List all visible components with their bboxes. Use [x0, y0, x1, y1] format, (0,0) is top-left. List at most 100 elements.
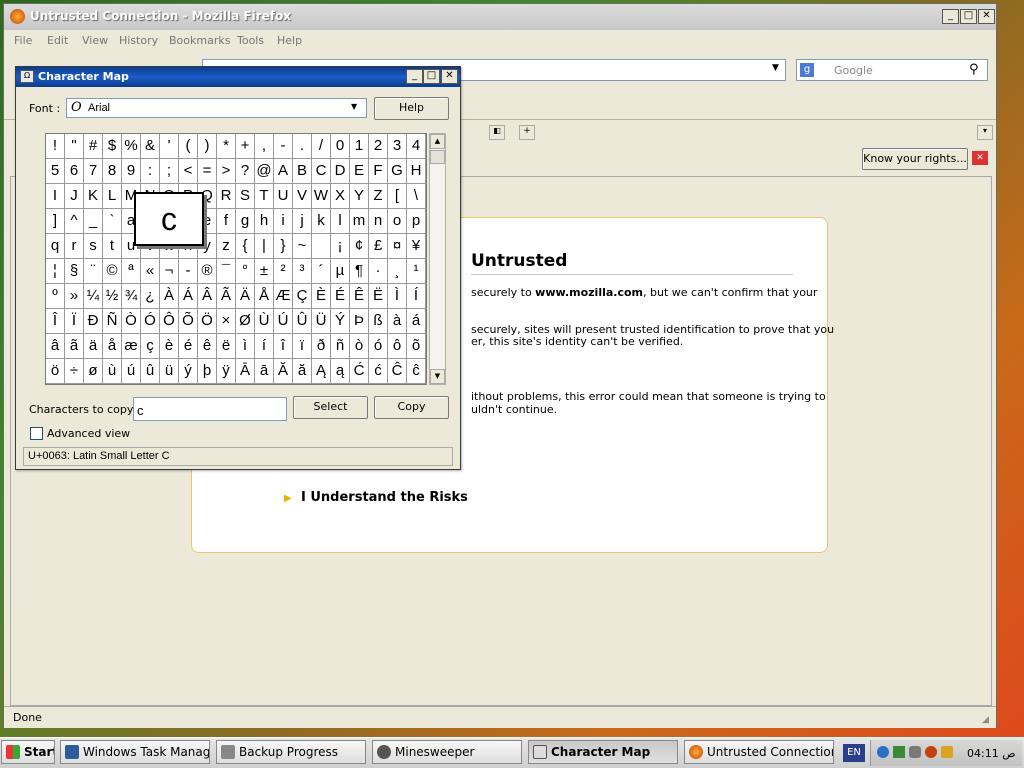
char-cell[interactable]: Å — [255, 284, 274, 309]
char-cell[interactable]: à — [388, 309, 407, 334]
char-cell[interactable]: B — [293, 159, 312, 184]
char-cell[interactable]: # — [84, 134, 103, 159]
help-button[interactable]: Help — [374, 97, 449, 120]
char-cell[interactable]: { — [236, 234, 255, 259]
char-cell[interactable]: A — [274, 159, 293, 184]
char-cell[interactable]: ¶ — [350, 259, 369, 284]
menu-bookmarks[interactable]: Bookmarks — [169, 34, 230, 47]
task-untrusted-connection[interactable]: Untrusted Connection -... — [684, 740, 834, 764]
char-cell[interactable]: = — [198, 159, 217, 184]
char-cell[interactable]: Ã — [217, 284, 236, 309]
char-cell[interactable]: Ĉ — [388, 359, 407, 384]
search-input[interactable]: Google — [834, 64, 873, 77]
char-cell[interactable]: C — [312, 159, 331, 184]
maximize-button[interactable]: □ — [960, 9, 977, 24]
char-cell[interactable]: ° — [236, 259, 255, 284]
char-cell[interactable]: ð — [312, 334, 331, 359]
char-cell[interactable]: | — [255, 234, 274, 259]
task-windows-task-manager[interactable]: Windows Task Manager — [60, 740, 210, 764]
char-cell[interactable]: ô — [388, 334, 407, 359]
char-cell[interactable]: Ü — [312, 309, 331, 334]
menu-help[interactable]: Help — [277, 34, 302, 47]
char-cell[interactable]: - — [274, 134, 293, 159]
char-cell[interactable]: R — [217, 184, 236, 209]
char-cell[interactable]: \ — [407, 184, 426, 209]
char-cell[interactable]: ä — [84, 334, 103, 359]
char-cell[interactable]: ö — [46, 359, 65, 384]
char-cell[interactable]: ¸ — [388, 259, 407, 284]
char-cell[interactable]: ß — [369, 309, 388, 334]
char-cell[interactable]: D — [331, 159, 350, 184]
char-cell[interactable]: Ö — [198, 309, 217, 334]
char-cell[interactable]: f — [217, 209, 236, 234]
char-cell[interactable]: Ì — [388, 284, 407, 309]
scroll-thumb[interactable] — [430, 150, 445, 164]
char-cell[interactable]: é — [179, 334, 198, 359]
know-your-rights-button[interactable]: Know your rights... — [862, 148, 968, 170]
char-cell[interactable]: ĉ — [407, 359, 426, 384]
char-cell[interactable]: ¥ — [407, 234, 426, 259]
understand-risks-link[interactable]: I Understand the Risks — [301, 490, 468, 505]
char-cell[interactable]: j — [293, 209, 312, 234]
char-cell[interactable]: ³ — [293, 259, 312, 284]
char-cell[interactable]: È — [312, 284, 331, 309]
char-cell[interactable]: É — [331, 284, 350, 309]
char-cell[interactable]: ¡ — [331, 234, 350, 259]
char-cell[interactable]: ù — [103, 359, 122, 384]
char-cell[interactable]: £ — [369, 234, 388, 259]
char-cell[interactable]: 6 — [65, 159, 84, 184]
char-cell[interactable]: ü — [160, 359, 179, 384]
char-cell[interactable]: W — [312, 184, 331, 209]
char-cell[interactable]: ½ — [103, 284, 122, 309]
char-cell[interactable]: þ — [198, 359, 217, 384]
menu-view[interactable]: View — [82, 34, 108, 47]
char-cell[interactable]: Ă — [274, 359, 293, 384]
char-cell[interactable]: Ù — [255, 309, 274, 334]
char-cell[interactable]: · — [369, 259, 388, 284]
char-cell[interactable]: º — [46, 284, 65, 309]
char-cell[interactable]: V — [293, 184, 312, 209]
char-cell[interactable]: Ą — [312, 359, 331, 384]
menu-edit[interactable]: Edit — [47, 34, 68, 47]
char-cell[interactable]: Þ — [350, 309, 369, 334]
char-cell[interactable]: Ð — [84, 309, 103, 334]
char-cell[interactable]: , — [255, 134, 274, 159]
char-cell[interactable]: æ — [122, 334, 141, 359]
char-cell[interactable]: Õ — [179, 309, 198, 334]
char-cell[interactable]: Ú — [274, 309, 293, 334]
char-cell[interactable]: ê — [198, 334, 217, 359]
char-cell[interactable]: Â — [198, 284, 217, 309]
char-cell[interactable]: Ä — [236, 284, 255, 309]
char-cell[interactable]: ! — [46, 134, 65, 159]
close-button[interactable]: ✕ — [978, 9, 995, 24]
scroll-up-icon[interactable]: ▲ — [430, 134, 445, 149]
char-cell[interactable]: á — [407, 309, 426, 334]
menu-tools[interactable]: Tools — [237, 34, 264, 47]
char-cell[interactable]: Z — [369, 184, 388, 209]
char-cell[interactable]: T — [255, 184, 274, 209]
char-cell[interactable]: × — [217, 309, 236, 334]
char-cell[interactable]: ¼ — [84, 284, 103, 309]
char-cell[interactable]: À — [160, 284, 179, 309]
char-cell[interactable]: 4 — [407, 134, 426, 159]
char-cell[interactable]: % — [122, 134, 141, 159]
char-cell[interactable]: ò — [350, 334, 369, 359]
char-cell[interactable]: s — [84, 234, 103, 259]
scroll-down-icon[interactable]: ▼ — [430, 369, 445, 384]
char-cell[interactable]: Ó — [141, 309, 160, 334]
char-cell[interactable]: U — [274, 184, 293, 209]
char-cell[interactable]: . — [293, 134, 312, 159]
char-cell[interactable]: ± — [255, 259, 274, 284]
char-cell[interactable]: Ø — [236, 309, 255, 334]
char-cell[interactable]: g — [236, 209, 255, 234]
char-cell[interactable]: r — [65, 234, 84, 259]
task-minesweeper[interactable]: Minesweeper — [372, 740, 522, 764]
char-cell[interactable]: 0 — [331, 134, 350, 159]
language-indicator[interactable]: EN — [843, 744, 865, 762]
char-cell[interactable]: â — [46, 334, 65, 359]
minimize-button[interactable]: _ — [942, 9, 959, 24]
char-cell[interactable]: G — [388, 159, 407, 184]
char-cell[interactable]: ï — [293, 334, 312, 359]
char-cell[interactable]: Æ — [274, 284, 293, 309]
char-cell[interactable]: ~ — [293, 234, 312, 259]
